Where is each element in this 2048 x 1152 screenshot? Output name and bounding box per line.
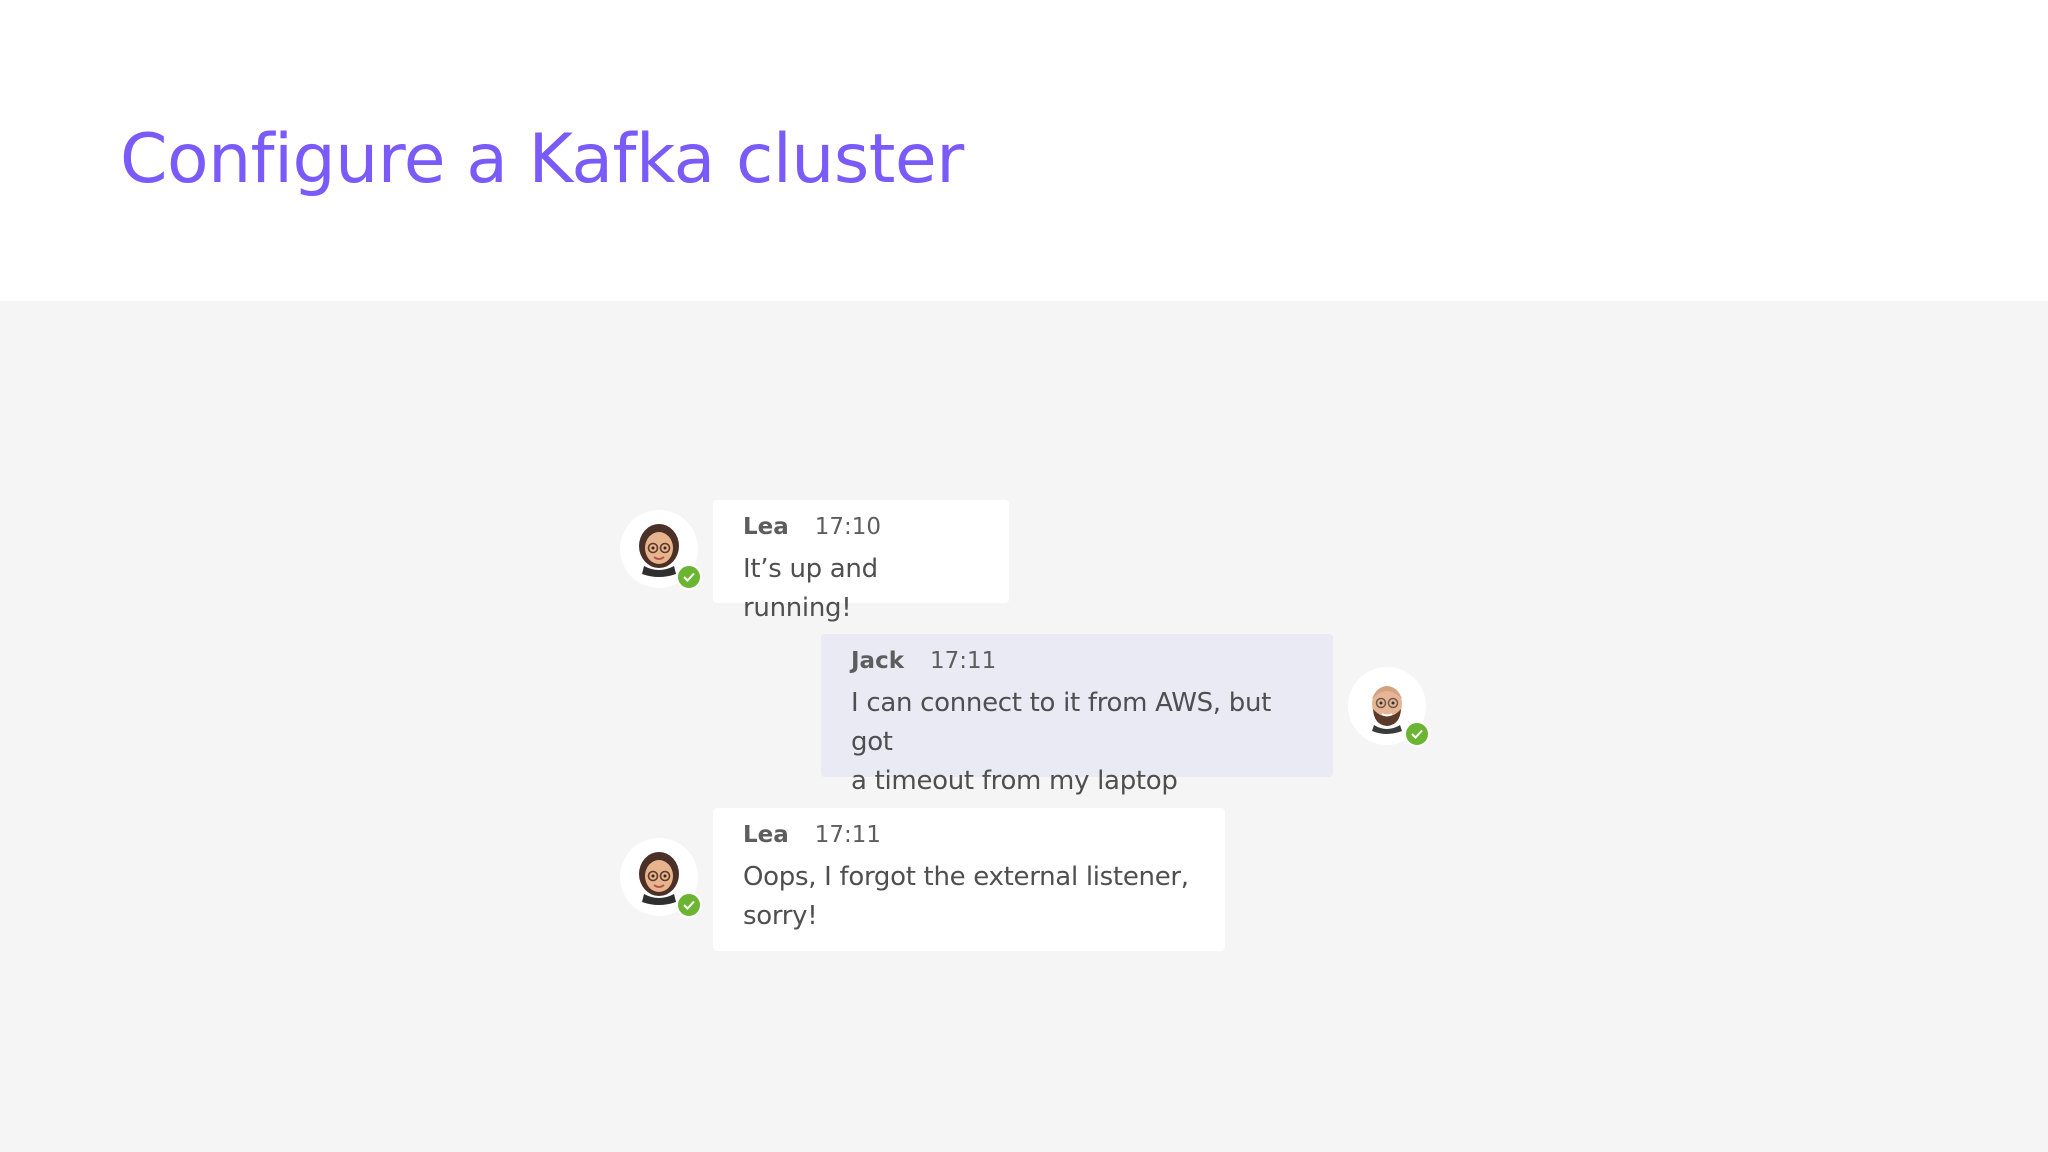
sender-name: Jack [851, 648, 905, 674]
message-line: I can connect to it from AWS, but got [851, 688, 1272, 757]
jack-avatar[interactable] [1348, 667, 1430, 747]
available-check-icon [676, 564, 702, 590]
message-bubble[interactable]: Lea 17:10 It’s up and running! [713, 500, 1009, 623]
message-time: 17:10 [814, 514, 882, 540]
message-meta: Lea 17:11 [743, 822, 1195, 856]
lea-avatar[interactable] [620, 838, 702, 918]
available-check-icon [1404, 721, 1430, 747]
message-time: 17:11 [814, 822, 882, 848]
slide-header: Configure a Kafka cluster [0, 0, 2048, 301]
sender-name: Lea [743, 822, 789, 848]
message-meta: Lea 17:10 [743, 514, 979, 548]
lea-avatar[interactable] [620, 510, 702, 590]
message-line: Oops, I forgot the external listener, [743, 862, 1189, 892]
message-text: Oops, I forgot the external listener, so… [743, 858, 1195, 936]
sender-name: Lea [743, 514, 789, 540]
message-text: I can connect to it from AWS, but got a … [851, 684, 1303, 801]
message-time: 17:11 [930, 648, 997, 674]
message-text: It’s up and running! [743, 554, 878, 623]
message-meta: Jack 17:11 [851, 648, 1303, 682]
page-title: Configure a Kafka cluster [120, 120, 964, 199]
available-check-icon [676, 892, 702, 918]
message-line: a timeout from my laptop [851, 766, 1178, 796]
message-bubble[interactable]: Lea 17:11 Oops, I forgot the external li… [713, 808, 1225, 951]
message-bubble[interactable]: Jack 17:11 I can connect to it from AWS,… [821, 634, 1333, 796]
message-line: sorry! [743, 901, 818, 931]
